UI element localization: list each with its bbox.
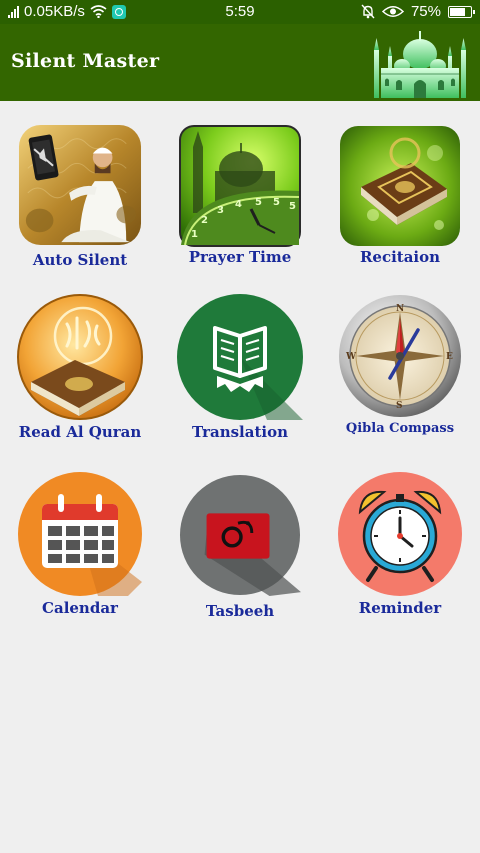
status-right: 75% bbox=[361, 3, 475, 20]
translation-label: Translation bbox=[192, 423, 288, 441]
tasbeeh-icon bbox=[179, 474, 301, 596]
svg-text:5: 5 bbox=[273, 197, 280, 208]
svg-text:N: N bbox=[396, 304, 404, 314]
app-title: Silent Master bbox=[11, 50, 160, 72]
svg-text:E: E bbox=[446, 352, 453, 362]
svg-text:5: 5 bbox=[255, 197, 262, 208]
reminder-label: Reminder bbox=[358, 599, 442, 617]
prayer-time-button[interactable]: 123 4555 Prayer Time bbox=[160, 124, 320, 294]
reminder-button[interactable]: Reminder bbox=[320, 472, 480, 642]
book-icon bbox=[177, 294, 303, 420]
compass-icon: N S E W bbox=[339, 295, 461, 417]
svg-text:5: 5 bbox=[289, 201, 296, 212]
bell-muted-icon bbox=[361, 4, 375, 19]
prayer-clock-icon: 123 4555 bbox=[179, 125, 301, 247]
svg-text:2: 2 bbox=[201, 215, 208, 226]
read-quran-icon bbox=[17, 294, 143, 420]
translation-button[interactable]: Translation bbox=[160, 294, 320, 464]
quran-icon bbox=[340, 126, 460, 246]
read-al-quran-label: Read Al Quran bbox=[18, 423, 142, 441]
recitaion-button[interactable]: Recitaion bbox=[320, 124, 480, 294]
svg-text:4: 4 bbox=[235, 199, 242, 210]
prayer-time-label: Prayer Time bbox=[188, 248, 292, 266]
qibla-compass-label: Qibla Compass bbox=[345, 421, 455, 436]
eye-icon bbox=[381, 6, 404, 17]
svg-text:1: 1 bbox=[191, 229, 198, 240]
calendar-label: Calendar bbox=[42, 599, 118, 617]
praying-man-icon bbox=[18, 124, 142, 246]
alarm-clock-icon bbox=[338, 472, 462, 596]
svg-text:W: W bbox=[345, 352, 357, 362]
auto-silent-button[interactable]: Auto Silent bbox=[0, 124, 160, 294]
battery-icon bbox=[448, 5, 475, 18]
read-al-quran-button[interactable]: Read Al Quran bbox=[0, 294, 160, 464]
tasbeeh-label: Tasbeeh bbox=[205, 602, 275, 620]
recitaion-label: Recitaion bbox=[359, 248, 441, 266]
calendar-icon bbox=[18, 472, 142, 596]
battery-percent: 75% bbox=[410, 3, 441, 20]
app-bar: Silent Master bbox=[0, 24, 480, 101]
status-bar: 0.05KB/s 5:59 75% bbox=[0, 0, 480, 24]
calendar-button[interactable]: Calendar bbox=[0, 472, 160, 642]
auto-silent-label: Auto Silent bbox=[32, 251, 128, 269]
svg-text:S: S bbox=[396, 401, 403, 411]
mosque-logo-icon bbox=[374, 31, 466, 98]
svg-text:3: 3 bbox=[217, 205, 224, 216]
tasbeeh-button[interactable]: Tasbeeh bbox=[160, 474, 320, 644]
qibla-compass-button[interactable]: N S E W Qibla Compass bbox=[320, 294, 480, 464]
